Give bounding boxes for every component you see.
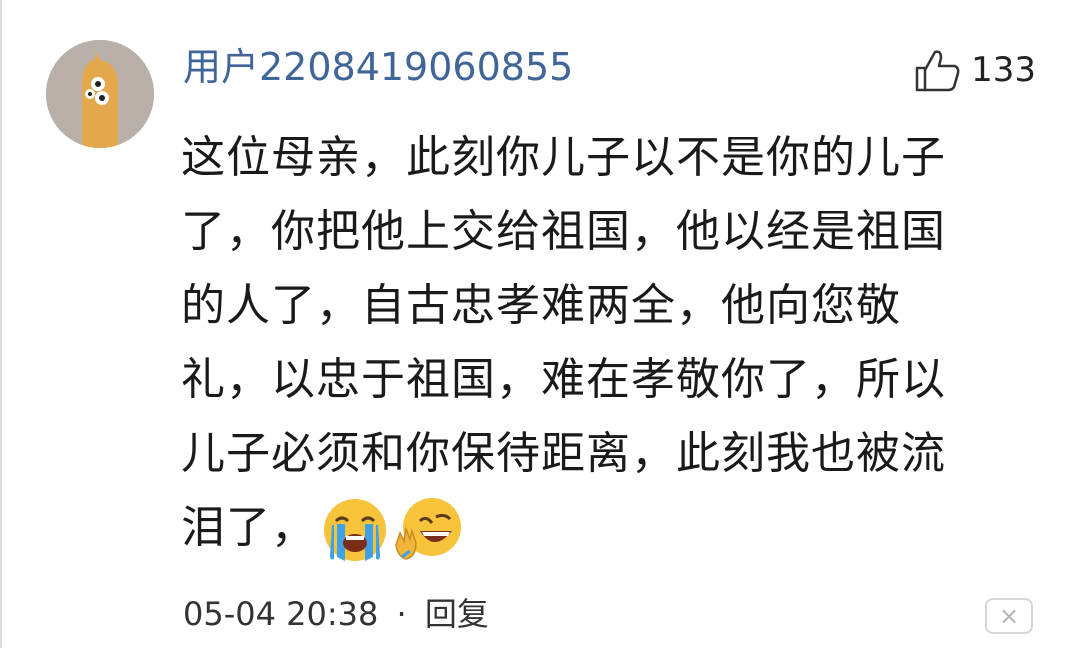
avatar[interactable] (46, 40, 154, 148)
thumbs-up-icon (915, 50, 960, 92)
like-button[interactable]: 133 (913, 44, 1036, 96)
loudly-crying-emoji-icon (324, 499, 386, 561)
left-border (0, 0, 2, 648)
comment-line: 的人了，自古忠孝难两全，他向您敬 (181, 280, 901, 331)
laughing-facepalm-emoji-icon (395, 498, 461, 560)
comment-card: 用户2208419060855 133 这位母亲，此刻你儿子以不是你的儿子 了，… (0, 0, 1080, 648)
comment-line: 这位母亲，此刻你儿子以不是你的儿子 (181, 132, 946, 183)
username-link[interactable]: 用户2208419060855 (183, 44, 573, 90)
comment-timestamp: 05-04 20:38 (183, 595, 379, 633)
comment-line: 礼，以忠于祖国，难在孝敬你了，所以 (181, 354, 946, 405)
comment-line: 儿子必须和你保待距离，此刻我也被流 (181, 428, 946, 479)
avatar-figure-icon (46, 40, 154, 148)
dismiss-button[interactable]: × (985, 598, 1033, 634)
meta-separator: · (396, 595, 407, 633)
close-icon: × (998, 602, 1020, 630)
reply-button[interactable]: 回复 (425, 595, 489, 633)
comment-line: 泪了， (181, 502, 316, 553)
comment-text: 这位母亲，此刻你儿子以不是你的儿子 了，你把他上交给祖国，他以经是祖国 的人了，… (181, 121, 1011, 565)
comment-line: 了，你把他上交给祖国，他以经是祖国 (181, 206, 946, 257)
comment-last-line: 泪了， (181, 491, 1011, 565)
like-count: 133 (971, 50, 1036, 90)
comment-meta: 05-04 20:38 · 回复 (183, 592, 489, 636)
